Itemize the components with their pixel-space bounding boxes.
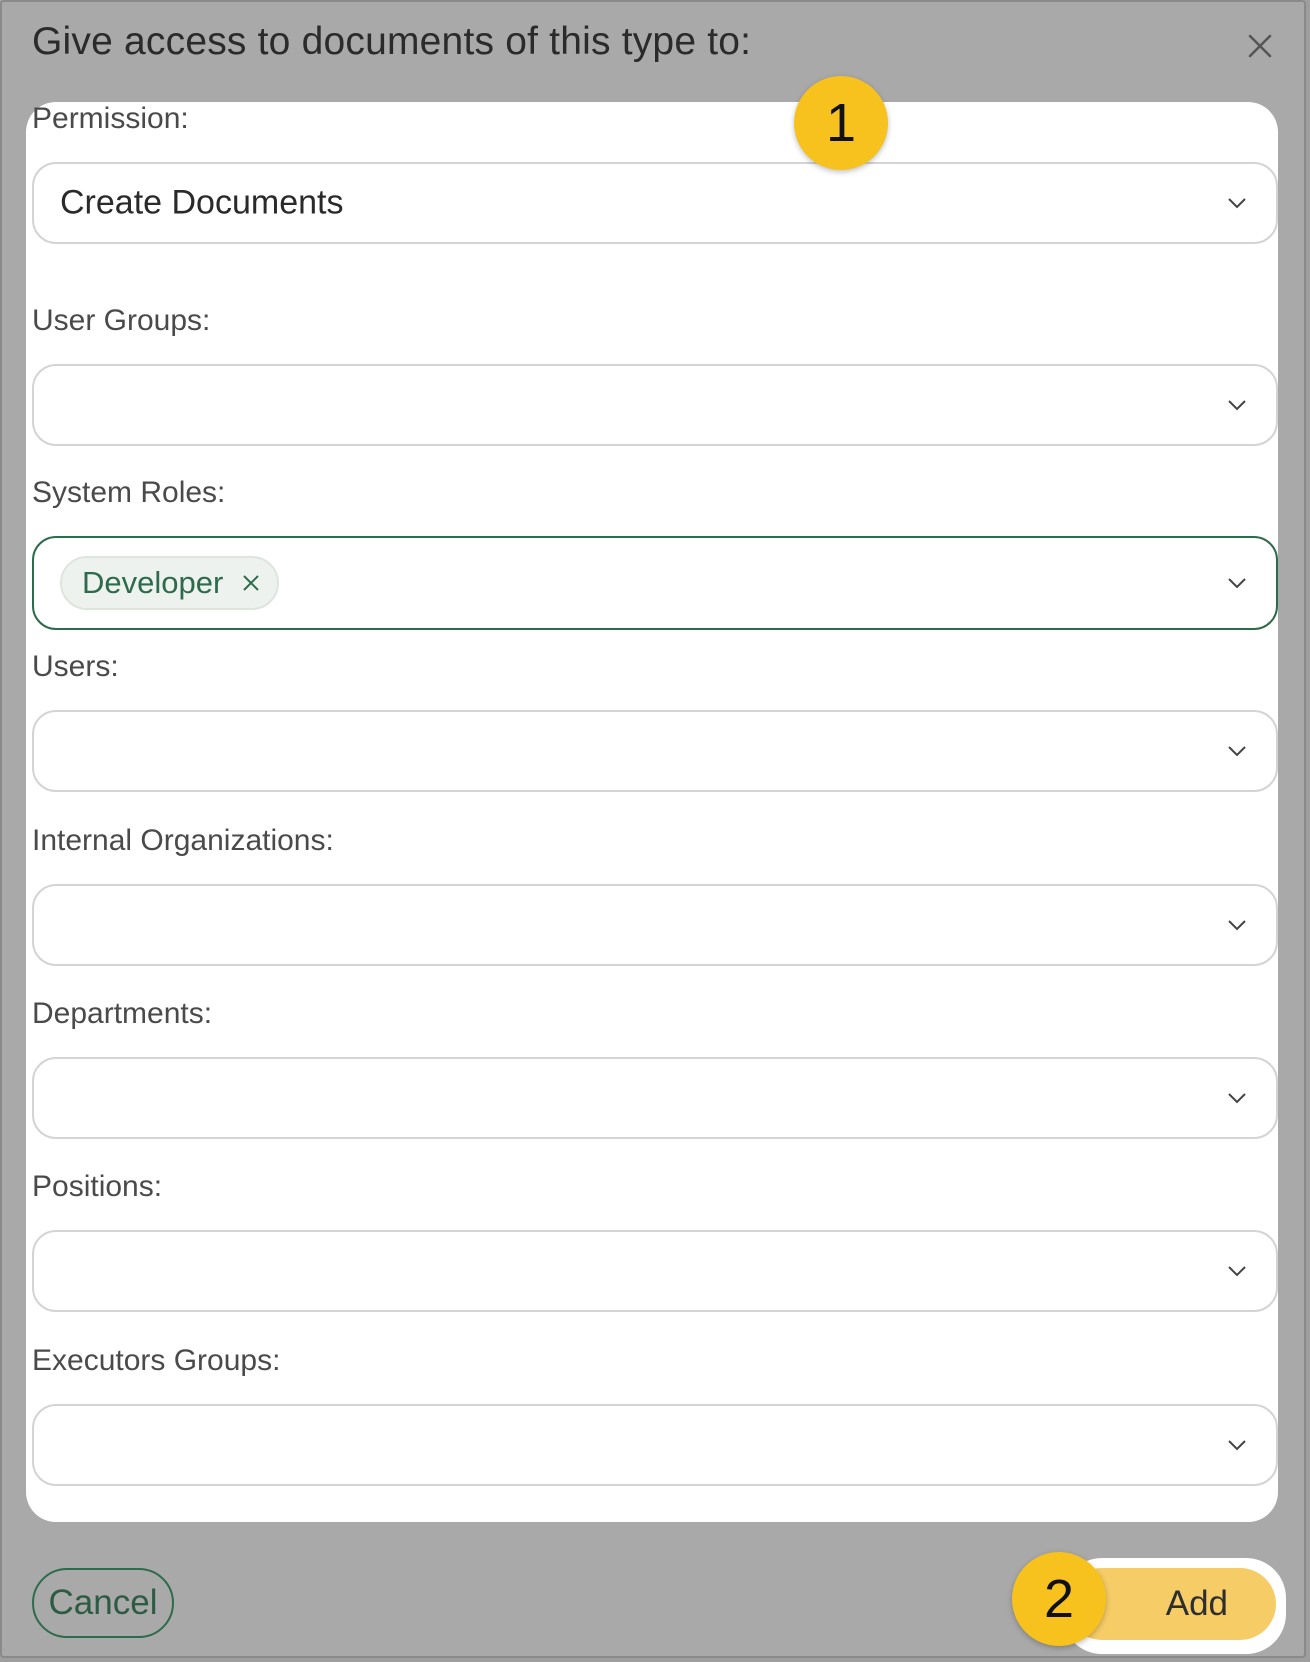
chevron-down-icon [1228, 920, 1246, 931]
permission-label: Permission: [32, 102, 189, 135]
departments-select[interactable] [32, 1057, 1278, 1139]
users-label: Users: [32, 650, 119, 683]
role-chip: Developer [60, 556, 280, 610]
chevron-down-icon [1228, 578, 1246, 589]
permission-value: Create Documents [60, 183, 344, 222]
close-icon[interactable] [1242, 28, 1278, 64]
role-chip-label: Developer [82, 565, 224, 600]
executors-groups-select[interactable] [32, 1404, 1278, 1486]
chevron-down-icon [1228, 1440, 1246, 1451]
form-panel: Permission: Create Documents User Groups… [26, 102, 1278, 1522]
system-roles-label: System Roles: [32, 476, 226, 509]
internal-organizations-select[interactable] [32, 884, 1278, 966]
chip-remove-icon[interactable] [241, 573, 261, 593]
step-badge-1: 1 [794, 76, 888, 170]
cancel-button[interactable]: Cancel [32, 1568, 174, 1638]
chevron-down-icon [1228, 1093, 1246, 1104]
user-groups-select[interactable] [32, 364, 1278, 446]
step-badge-2: 2 [1012, 1552, 1106, 1646]
departments-label: Departments: [32, 997, 213, 1030]
access-dialog: Give access to documents of this type to… [0, 0, 1306, 1658]
executors-groups-label: Executors Groups: [32, 1344, 281, 1377]
positions-select[interactable] [32, 1230, 1278, 1312]
permission-select[interactable]: Create Documents [32, 162, 1278, 244]
internal-organizations-label: Internal Organizations: [32, 824, 334, 857]
user-groups-label: User Groups: [32, 304, 211, 337]
chevron-down-icon [1228, 746, 1246, 757]
system-roles-select[interactable]: Developer [32, 536, 1278, 630]
users-select[interactable] [32, 710, 1278, 792]
positions-label: Positions: [32, 1170, 163, 1203]
chevron-down-icon [1228, 400, 1246, 411]
chevron-down-icon [1228, 198, 1246, 209]
dialog-title: Give access to documents of this type to… [32, 20, 752, 63]
chevron-down-icon [1228, 1266, 1246, 1277]
